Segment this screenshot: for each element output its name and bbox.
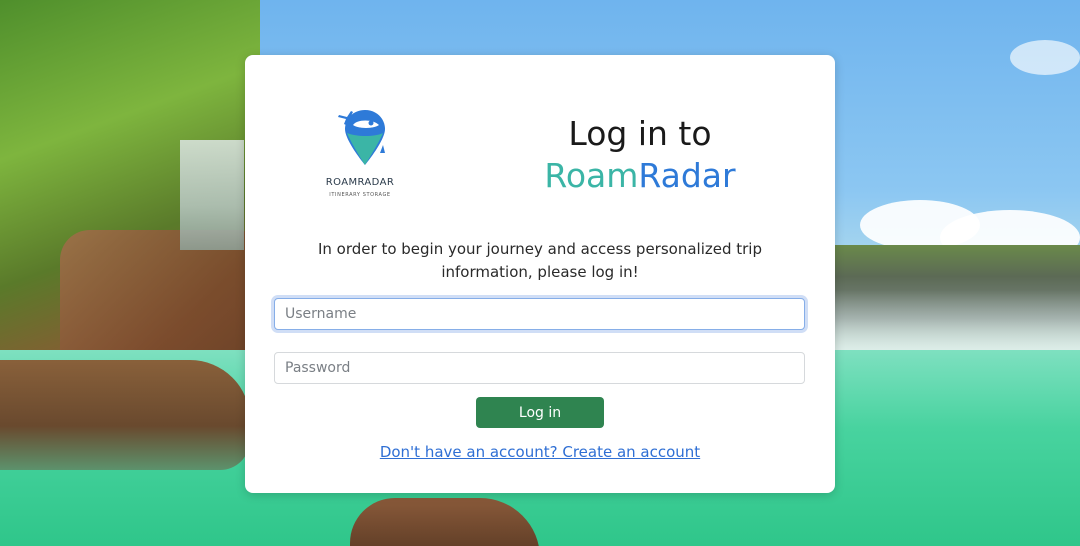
- logo-name: ROAMRADAR: [325, 177, 395, 188]
- logo-tagline: ITINERARY STORAGE: [329, 192, 391, 198]
- brand-name-part1: Roam: [544, 156, 639, 195]
- login-button[interactable]: Log in: [476, 397, 604, 428]
- password-input[interactable]: [274, 352, 805, 384]
- create-account-link[interactable]: Don't have an account? Create an account: [245, 443, 835, 461]
- map-pin-icon: [338, 110, 385, 165]
- brand-name: RoamRadar: [475, 155, 805, 197]
- intro-text: In order to begin your journey and acces…: [317, 240, 762, 281]
- logo: ROAMRADAR ITINERARY STORAGE: [319, 105, 401, 205]
- background-waterfall: [180, 140, 244, 250]
- brand-name-part2: Radar: [638, 156, 736, 195]
- login-card: ROAMRADAR ITINERARY STORAGE Log in to Ro…: [245, 55, 835, 493]
- login-page: ROAMRADAR ITINERARY STORAGE Log in to Ro…: [0, 0, 1080, 546]
- background-rocks-lower: [0, 360, 250, 470]
- username-input[interactable]: [274, 298, 805, 330]
- title-line: Log in to: [568, 114, 712, 153]
- page-title: Log in to RoamRadar: [475, 113, 805, 197]
- background-cloud: [1010, 40, 1080, 75]
- background-mist: [835, 290, 1080, 350]
